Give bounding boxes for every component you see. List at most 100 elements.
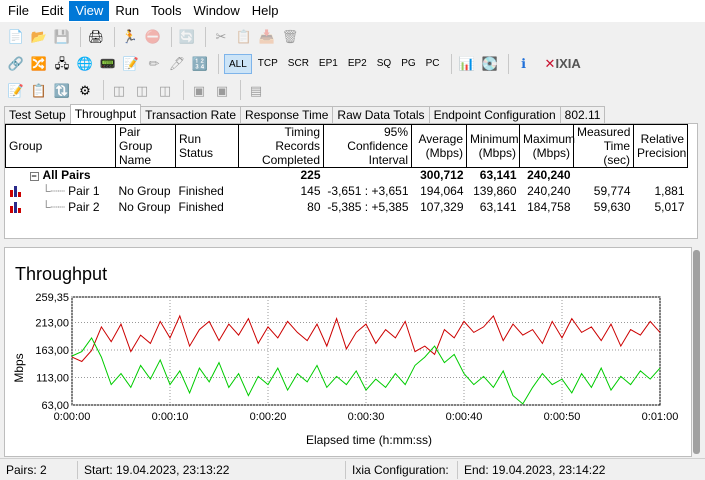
rename-icon[interactable]: 🖊 [167,54,187,74]
menu-run[interactable]: Run [109,1,145,21]
tab-802-11[interactable]: 802.11 [559,106,606,124]
results-tabs: Test Setup Throughput Transaction Rate R… [4,104,606,124]
column-header[interactable]: Timing Records Completed [238,124,324,168]
y-tick-label: 163,00 [35,345,69,357]
disabled-tool-2-icon[interactable]: ◫ [132,80,152,100]
print-icon[interactable]: 🖨 [86,27,106,47]
throughput-chart-panel: Throughput 259,35 213,00 163,00 113,00 63,00… [4,247,692,457]
filter-pc-button[interactable]: PC [422,54,444,74]
table-row[interactable]: └┈┈ Pair 2 No Group Finished 80 -5,385 :… [6,200,688,216]
sort-icon[interactable]: 🔢 [190,54,210,74]
collapse-icon[interactable]: − [29,171,39,181]
timing-records: 80 [307,200,321,214]
network-icon[interactable]: 🌐 [75,54,95,74]
hardware-icon[interactable]: 📟 [98,54,118,74]
toolbar-separator [103,80,104,100]
settings-icon[interactable]: ⚙ [75,80,95,100]
average-mbps: 194,064 [420,184,464,198]
refresh-icon[interactable]: 🔄 [177,27,197,47]
ixia-logo: ✕IXIA [544,55,581,71]
results-table-panel: Group Pair Group Name Run Status Timing … [4,123,698,358]
disabled-tool-4-icon[interactable]: ▣ [189,80,209,100]
status-config: Ixia Configuration: [346,460,458,479]
copy-icon[interactable]: 📋 [234,27,254,47]
save-results-icon[interactable]: 💽 [480,54,500,74]
toolbar-separator [114,26,115,47]
tab-test-setup[interactable]: Test Setup [4,106,71,124]
x-tick-label: 0:00:40 [446,411,483,423]
disabled-tool-1-icon[interactable]: ◫ [109,80,129,100]
add-multicast-icon[interactable]: 🔀 [29,54,49,74]
menu-file[interactable]: File [2,1,35,21]
maximum-mbps: 240,240 [527,184,571,198]
edit-endpoint-icon[interactable]: 📝 [6,80,26,100]
menu-view[interactable]: View [69,1,110,21]
main-toolbar: 📄 📂 💾 🖨 🏃 ⛔ 🔄 ✂ 📋 📥 🗑 [0,23,705,50]
tab-throughput[interactable]: Throughput [69,104,142,124]
menu-window[interactable]: Window [188,1,246,21]
add-pair-icon[interactable]: 🔗 [6,54,26,74]
disabled-tool-5-icon[interactable]: ▣ [212,80,232,100]
column-header[interactable]: Relative Precision [633,124,688,168]
tab-raw-data-totals[interactable]: Raw Data Totals [332,106,430,124]
measured-time: 59,630 [593,200,631,214]
vertical-scrollbar[interactable] [692,247,701,457]
tab-endpoint-configuration[interactable]: Endpoint Configuration [428,106,561,124]
y-tick-label: 213,00 [35,317,69,329]
maximum-mbps: 184,758 [527,200,571,214]
measured-time: 59,774 [593,184,631,198]
x-tick-label: 0:00:30 [348,411,385,423]
script-icon[interactable]: 📝 [121,54,141,74]
filter-all-button[interactable]: ALL [224,53,252,74]
summary-records: 225 [300,168,321,183]
all-pairs-label: All Pairs [42,168,91,183]
save-icon[interactable]: 💾 [52,27,72,47]
summary-average: 300,712 [420,168,464,183]
minimum-mbps: 139,860 [473,184,517,198]
filter-tcp-button[interactable]: TCP [254,54,282,74]
column-header[interactable]: Group [5,124,116,168]
stop-icon[interactable]: ⛔ [143,27,163,47]
relative-precision: 1,881 [654,184,685,198]
summary-minimum: 63,141 [479,168,517,183]
new-file-icon[interactable]: 📄 [6,27,26,47]
copy-endpoint-icon[interactable]: 📋 [29,80,49,100]
toolbar-separator [450,53,452,74]
column-header[interactable]: Minimum (Mbps) [466,124,520,168]
open-folder-icon[interactable]: 📂 [29,27,49,47]
run-icon[interactable]: 🏃 [120,27,140,47]
table-row[interactable]: └┈┈ Pair 1 No Group Finished 145 -3,651 … [6,184,688,200]
filter-ep2-button[interactable]: EP2 [344,54,371,74]
disabled-tool-3-icon[interactable]: ◫ [155,80,175,100]
column-header[interactable]: Average (Mbps) [411,124,467,168]
table-row-summary[interactable]: − All Pairs 225 300,712 63,141 240,240 [6,168,688,184]
column-header[interactable]: Measured Time (sec) [573,124,634,168]
x-axis-label: Elapsed time (h:mm:ss) [306,433,432,447]
tab-transaction-rate[interactable]: Transaction Rate [140,106,242,124]
menu-edit[interactable]: Edit [35,1,69,21]
info-icon[interactable]: ℹ [514,54,534,74]
export-icon[interactable]: 📊 [457,54,477,74]
throughput-chart: 259,35213,00163,00113,0063,00 0:00:00 0:0… [12,292,678,447]
vertical-scroll-thumb[interactable] [693,250,700,454]
filter-sq-button[interactable]: SQ [373,54,395,74]
delete-icon[interactable]: 🗑 [280,27,300,47]
cut-icon[interactable]: ✂ [211,27,231,47]
column-header[interactable]: Maximum (Mbps) [519,124,575,168]
column-header[interactable]: 95% Confidence Interval [323,124,412,168]
pair-chart-icon [9,186,21,198]
add-group-icon[interactable]: 🖧 [52,54,72,74]
filter-scr-button[interactable]: SCR [284,54,313,74]
toolbar-separator [218,53,219,74]
menu-tools[interactable]: Tools [145,1,187,21]
disabled-tool-6-icon[interactable]: ▤ [246,80,266,100]
filter-ep1-button[interactable]: EP1 [315,54,342,74]
paste-icon[interactable]: 📥 [257,27,277,47]
filter-pg-button[interactable]: PG [397,54,419,74]
swap-endpoints-icon[interactable]: 🔃 [52,80,72,100]
column-header[interactable]: Run Status [175,124,239,168]
edit-icon[interactable]: ✏ [144,54,164,74]
column-header[interactable]: Pair Group Name [115,124,176,168]
menu-help[interactable]: Help [246,1,285,21]
tab-response-time[interactable]: Response Time [240,106,334,124]
